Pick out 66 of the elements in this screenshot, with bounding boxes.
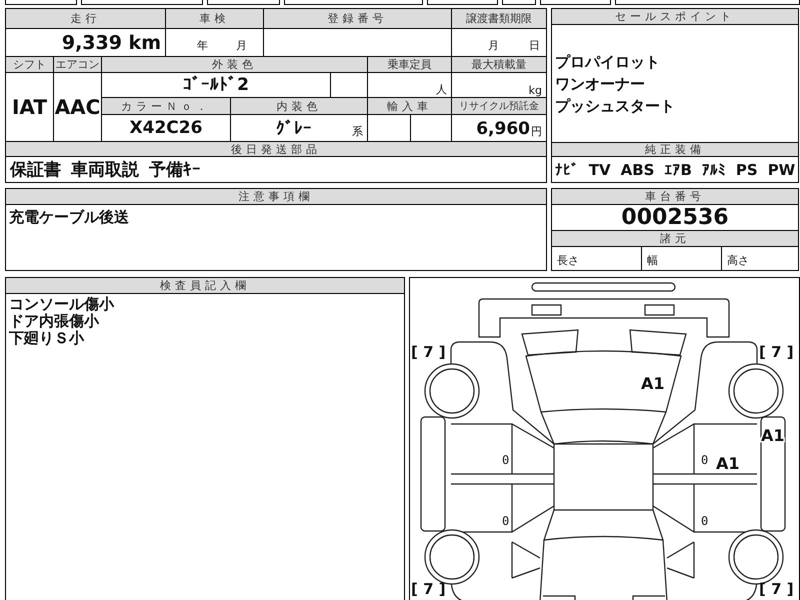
equipment-item: ﾅﾋﾞ: [554, 160, 579, 178]
field-label: 高さ: [727, 253, 749, 268]
unit-label: kg: [528, 84, 542, 97]
mileage-value: 9,339 km: [62, 32, 161, 54]
field-label: 最大積載量: [452, 57, 547, 73]
section-header: 諸元: [552, 231, 798, 247]
sales-point: ワンオーナー: [555, 74, 646, 95]
section-header: 検査員記入欄: [6, 278, 404, 294]
damage-code: A1: [641, 374, 665, 393]
door-mark: 0: [701, 514, 708, 528]
door-mark: 0: [502, 453, 510, 467]
field-label: 後日発送部品: [6, 142, 547, 157]
field-label: 車検: [166, 9, 264, 29]
shift-value: IAT: [12, 95, 47, 119]
field-label: 幅: [647, 253, 658, 268]
section-header: 車台番号: [552, 189, 798, 205]
equipment-item: TV: [588, 160, 611, 178]
sales-point: プッシュスタート: [555, 96, 676, 117]
unit-label: 月: [236, 38, 247, 53]
note-text: 充電ケーブル後送: [9, 207, 130, 228]
field-label: 登録番号: [264, 9, 452, 29]
chassis-number-value: 0002536: [621, 205, 729, 230]
equipment-item: PW: [768, 160, 796, 178]
section-header: セールスポイント: [552, 9, 798, 25]
equipment-item: ABS: [620, 160, 654, 178]
section-header: 注意事項欄: [6, 189, 546, 205]
equipment-item: PS: [736, 160, 758, 178]
unit-label: 円: [531, 124, 542, 139]
tire-tread-mark: [ 7 ]: [411, 580, 446, 598]
damage-code: A1: [716, 454, 740, 473]
tire-tread-mark: [ 7 ]: [759, 580, 794, 598]
unit-label: 年: [197, 38, 208, 53]
door-mark: 0: [701, 453, 708, 467]
field-label: 外装色: [102, 57, 368, 73]
unit-label: 人: [436, 82, 447, 97]
field-label: 長さ: [557, 253, 579, 268]
unit-label: 日: [529, 38, 540, 53]
interior-color-value: ｸﾞﾚｰ: [276, 119, 312, 139]
inspector-note: 下廻りＳ小: [9, 330, 86, 347]
field-label: 乗車定員: [368, 57, 452, 73]
unit-label: 月: [488, 38, 499, 53]
unit-label: 系: [352, 124, 363, 139]
field-label: 輸入車: [368, 98, 452, 115]
color-number-value: X42C26: [130, 118, 202, 138]
delivery-part: 予備ｷｰ: [149, 159, 201, 181]
inspector-note: コンソール傷小: [9, 296, 116, 313]
equipment-item: ｴｱB: [664, 160, 692, 178]
equipment-item: ｱﾙﾐ: [702, 160, 726, 178]
inspector-note: ドア内張傷小: [9, 313, 100, 330]
field-label: 内装色: [231, 98, 368, 115]
recycling-deposit-value: 6,960: [476, 119, 530, 139]
tire-tread-mark: [ 7 ]: [411, 343, 446, 361]
delivery-part: 保証書: [10, 159, 61, 181]
delivery-part: 車両取説: [71, 159, 139, 181]
field-label: 譲渡書類期限: [452, 9, 547, 29]
section-header: 純正装備: [552, 143, 798, 157]
field-label: 走行: [6, 9, 166, 29]
field-label: リサイクル預託金: [452, 98, 547, 115]
field-label: カラーＮｏ．: [102, 98, 231, 115]
tire-tread-mark: [ 7 ]: [759, 343, 794, 361]
exterior-color-value: ｺﾞｰﾙﾄﾞ2: [183, 75, 249, 95]
field-label: エアコン: [54, 57, 102, 73]
air-conditioning-value: AAC: [54, 95, 100, 119]
sales-point: プロパイロット: [555, 52, 661, 73]
door-mark: 0: [502, 514, 510, 528]
field-label: シフト: [6, 57, 54, 73]
